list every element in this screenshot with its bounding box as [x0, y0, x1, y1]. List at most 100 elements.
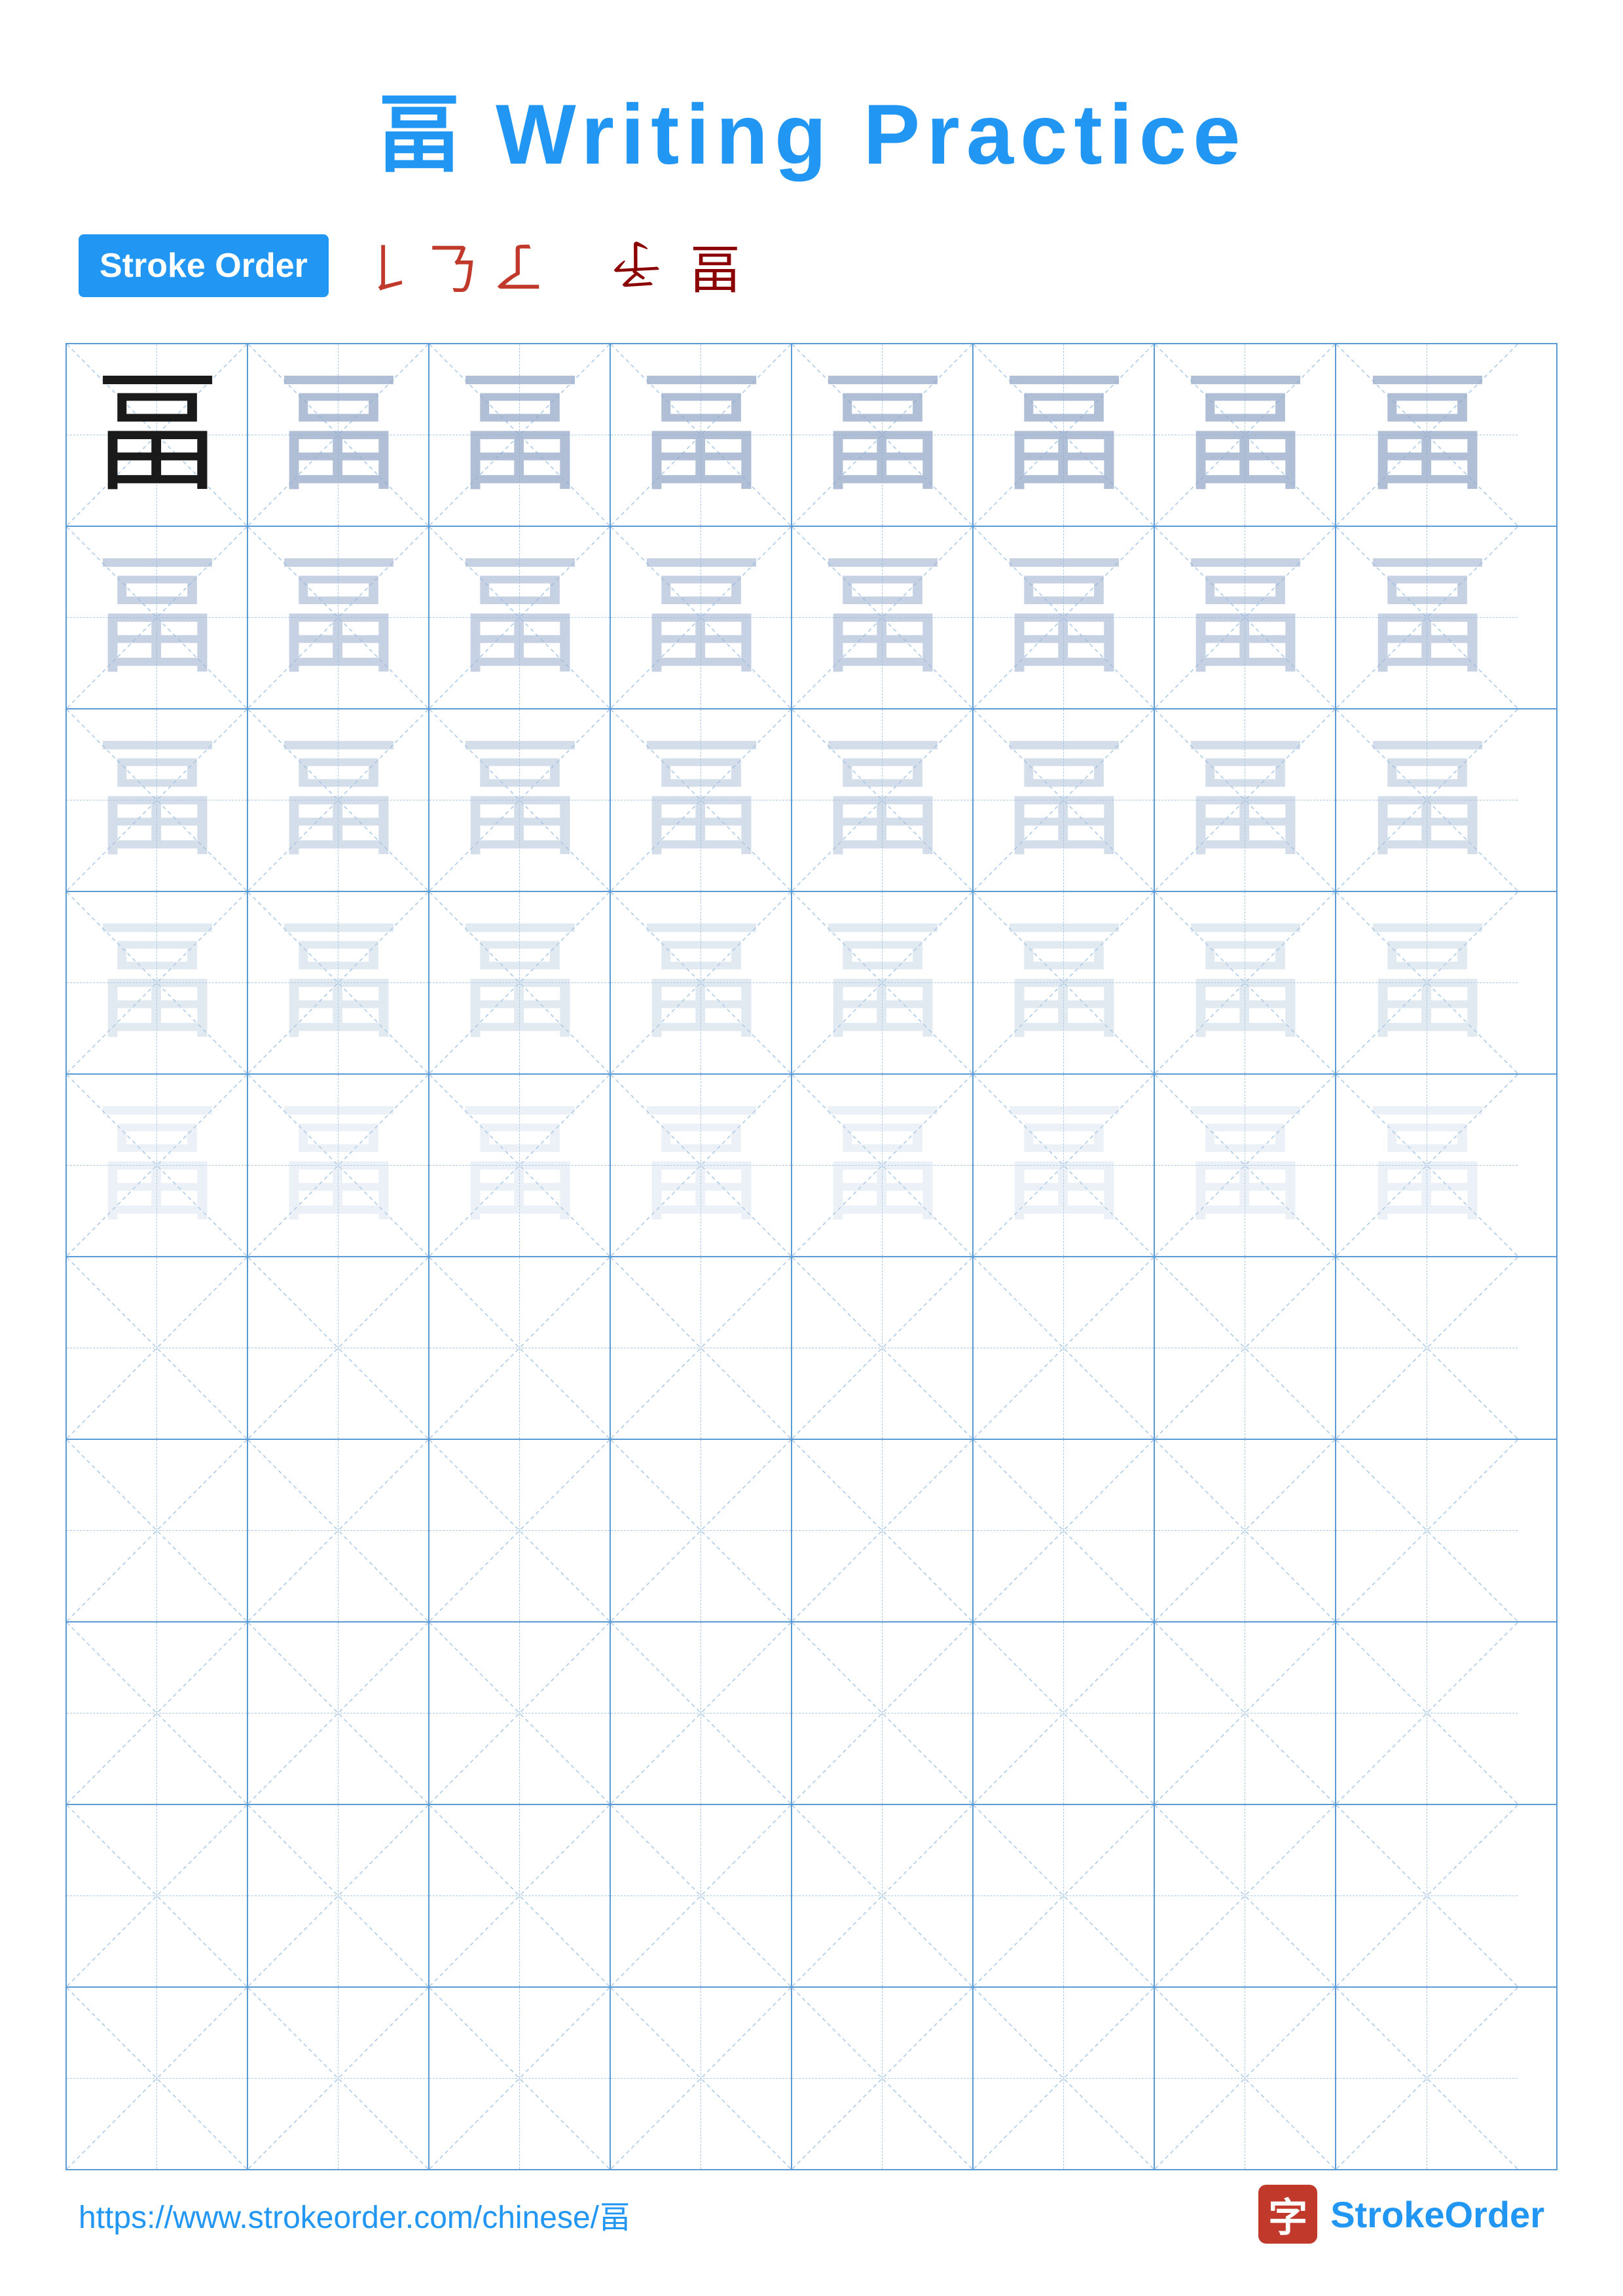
grid-cell-6-5[interactable]	[792, 1257, 974, 1439]
grid-cell-4-4[interactable]: 畐	[611, 892, 792, 1073]
practice-char: 畐	[91, 552, 222, 683]
grid-cell-3-8[interactable]: 畐	[1336, 709, 1518, 891]
grid-cell-3-5[interactable]: 畐	[792, 709, 974, 891]
grid-cell-1-1[interactable]: 畐	[67, 344, 248, 526]
grid-cell-2-3[interactable]: 畐	[429, 527, 611, 708]
grid-cell-10-1[interactable]	[67, 1988, 248, 2169]
practice-char: 畐	[1361, 1100, 1492, 1231]
grid-cell-7-5[interactable]	[792, 1440, 974, 1621]
grid-cell-10-6[interactable]	[974, 1988, 1155, 2169]
grid-cell-9-7[interactable]	[1155, 1805, 1336, 1986]
grid-cell-5-3[interactable]: 畐	[429, 1075, 611, 1256]
practice-char: 畐	[1361, 370, 1492, 501]
grid-cell-1-5[interactable]: 畐	[792, 344, 974, 526]
grid-cell-8-7[interactable]	[1155, 1623, 1336, 1804]
grid-cell-9-1[interactable]	[67, 1805, 248, 1986]
grid-cell-6-7[interactable]	[1155, 1257, 1336, 1439]
grid-cell-8-8[interactable]	[1336, 1623, 1518, 1804]
grid-cell-2-5[interactable]: 畐	[792, 527, 974, 708]
practice-char: 畐	[816, 370, 947, 501]
grid-cell-1-8[interactable]: 畐	[1336, 344, 1518, 526]
grid-cell-5-2[interactable]: 畐	[248, 1075, 429, 1256]
grid-cell-7-3[interactable]	[429, 1440, 611, 1621]
grid-cell-7-4[interactable]	[611, 1440, 792, 1621]
grid-cell-2-6[interactable]: 畐	[974, 527, 1155, 708]
grid-cell-7-8[interactable]	[1336, 1440, 1518, 1621]
grid-cell-5-7[interactable]: 畐	[1155, 1075, 1336, 1256]
grid-cell-3-6[interactable]: 畐	[974, 709, 1155, 891]
grid-cell-10-7[interactable]	[1155, 1988, 1336, 2169]
grid-cell-9-5[interactable]	[792, 1805, 974, 1986]
grid-cell-5-5[interactable]: 畐	[792, 1075, 974, 1256]
practice-char: 畐	[454, 370, 585, 501]
grid-cell-1-3[interactable]: 畐	[429, 344, 611, 526]
practice-char: 畐	[91, 918, 222, 1049]
grid-cell-5-1[interactable]: 畐	[67, 1075, 248, 1256]
grid-cell-2-4[interactable]: 畐	[611, 527, 792, 708]
grid-cell-4-3[interactable]: 畐	[429, 892, 611, 1073]
grid-cell-8-4[interactable]	[611, 1623, 792, 1804]
grid-cell-6-2[interactable]	[248, 1257, 429, 1439]
grid-cell-8-2[interactable]	[248, 1623, 429, 1804]
grid-cell-10-5[interactable]	[792, 1988, 974, 2169]
grid-cell-7-7[interactable]	[1155, 1440, 1336, 1621]
grid-cell-9-6[interactable]	[974, 1805, 1155, 1986]
grid-cell-3-1[interactable]: 畐	[67, 709, 248, 891]
grid-cell-6-6[interactable]	[974, 1257, 1155, 1439]
title-text: Writing Practice	[496, 86, 1247, 182]
grid-cell-2-1[interactable]: 畐	[67, 527, 248, 708]
grid-cell-9-3[interactable]	[429, 1805, 611, 1986]
grid-cell-8-1[interactable]	[67, 1623, 248, 1804]
practice-char: 畐	[635, 918, 766, 1049]
footer-url[interactable]: https://www.strokeorder.com/chinese/畐	[79, 2191, 630, 2237]
grid-cell-1-2[interactable]: 畐	[248, 344, 429, 526]
grid-cell-8-3[interactable]	[429, 1623, 611, 1804]
grid-cell-5-4[interactable]: 畐	[611, 1075, 792, 1256]
grid-cell-2-8[interactable]: 畐	[1336, 527, 1518, 708]
grid-row-10	[67, 1988, 1556, 2169]
grid-cell-9-8[interactable]	[1336, 1805, 1518, 1986]
grid-cell-6-1[interactable]	[67, 1257, 248, 1439]
footer: https://www.strokeorder.com/chinese/畐 字 …	[0, 2185, 1623, 2244]
grid-cell-7-2[interactable]	[248, 1440, 429, 1621]
stroke-steps: 𠄌 𠄎 𠄏 𠄐 𠄑 𠄒 𠄓 𠄔 𠄕 畐	[361, 228, 741, 304]
grid-cell-2-2[interactable]: 畐	[248, 527, 429, 708]
grid-cell-7-1[interactable]	[67, 1440, 248, 1621]
grid-cell-7-6[interactable]	[974, 1440, 1155, 1621]
grid-cell-4-2[interactable]: 畐	[248, 892, 429, 1073]
grid-cell-4-5[interactable]: 畐	[792, 892, 974, 1073]
practice-char: 畐	[998, 552, 1129, 683]
grid-cell-6-8[interactable]	[1336, 1257, 1518, 1439]
grid-cell-4-1[interactable]: 畐	[67, 892, 248, 1073]
grid-row-1: 畐 畐 畐 畐	[67, 344, 1556, 527]
grid-cell-10-2[interactable]	[248, 1988, 429, 2169]
grid-cell-10-3[interactable]	[429, 1988, 611, 2169]
grid-cell-10-8[interactable]	[1336, 1988, 1518, 2169]
grid-cell-4-6[interactable]: 畐	[974, 892, 1155, 1073]
practice-char: 畐	[91, 370, 222, 501]
practice-char: 畐	[1179, 1100, 1310, 1231]
grid-cell-1-6[interactable]: 畐	[974, 344, 1155, 526]
grid-cell-8-6[interactable]	[974, 1623, 1155, 1804]
grid-cell-6-4[interactable]	[611, 1257, 792, 1439]
grid-cell-4-8[interactable]: 畐	[1336, 892, 1518, 1073]
grid-cell-8-5[interactable]	[792, 1623, 974, 1804]
grid-cell-2-7[interactable]: 畐	[1155, 527, 1336, 708]
grid-cell-10-4[interactable]	[611, 1988, 792, 2169]
grid-cell-6-3[interactable]	[429, 1257, 611, 1439]
grid-cell-3-7[interactable]: 畐	[1155, 709, 1336, 891]
grid-cell-3-3[interactable]: 畐	[429, 709, 611, 891]
grid-cell-9-2[interactable]	[248, 1805, 429, 1986]
grid-cell-9-4[interactable]	[611, 1805, 792, 1986]
footer-logo-icon: 字	[1258, 2185, 1317, 2244]
grid-cell-4-7[interactable]: 畐	[1155, 892, 1336, 1073]
grid-cell-5-6[interactable]: 畐	[974, 1075, 1155, 1256]
practice-char: 畐	[998, 1100, 1129, 1231]
grid-cell-1-7[interactable]: 畐	[1155, 344, 1336, 526]
grid-cell-3-2[interactable]: 畐	[248, 709, 429, 891]
title-char: 畐	[376, 88, 468, 183]
grid-cell-1-4[interactable]: 畐	[611, 344, 792, 526]
practice-char: 畐	[1179, 918, 1310, 1049]
grid-cell-3-4[interactable]: 畐	[611, 709, 792, 891]
grid-cell-5-8[interactable]: 畐	[1336, 1075, 1518, 1256]
